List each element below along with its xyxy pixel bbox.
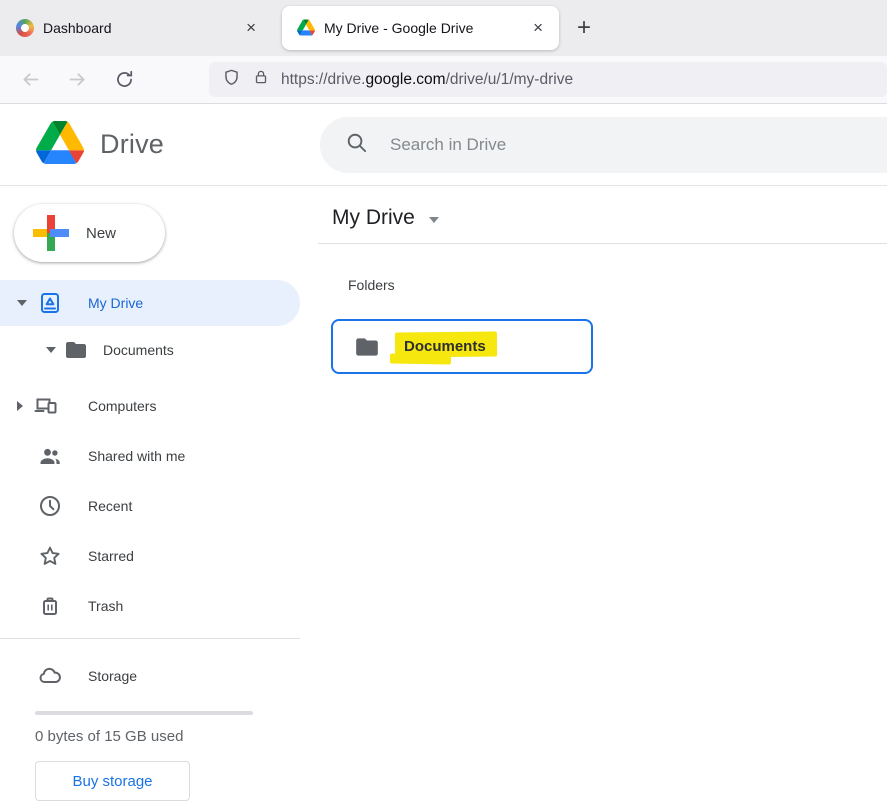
star-icon xyxy=(38,544,62,568)
forward-button-icon[interactable] xyxy=(67,69,88,90)
lock-icon[interactable] xyxy=(252,68,270,91)
sidebar-item-trash[interactable]: Trash xyxy=(0,581,300,631)
tab-my-drive[interactable]: My Drive - Google Drive × xyxy=(282,6,559,50)
sidebar-item-starred[interactable]: Starred xyxy=(0,531,300,581)
tab-bar: Dashboard × My Drive - Google Drive × + xyxy=(0,0,887,56)
drive-logo-area[interactable]: Drive xyxy=(0,121,320,169)
new-button[interactable]: New xyxy=(14,204,165,262)
url-domain: google.com xyxy=(365,71,445,88)
tab-close-icon[interactable]: × xyxy=(242,18,260,38)
drive-logo-icon xyxy=(36,121,84,169)
computers-icon xyxy=(34,394,58,418)
sidebar-item-shared-with-me[interactable]: Shared with me xyxy=(0,431,300,481)
storage-progress-bar xyxy=(35,711,253,715)
sidebar-item-recent[interactable]: Recent xyxy=(0,481,300,531)
buy-storage-button[interactable]: Buy storage xyxy=(35,761,190,801)
sidebar-item-documents[interactable]: Documents xyxy=(0,326,300,373)
navigation-toolbar: https://drive.google.com/drive/u/1/my-dr… xyxy=(0,56,887,104)
chevron-down-icon[interactable] xyxy=(17,300,27,306)
dashboard-favicon-icon xyxy=(16,19,34,37)
folder-icon xyxy=(64,338,88,362)
storage-usage-text: 0 bytes of 15 GB used xyxy=(35,728,300,745)
new-button-label: New xyxy=(86,225,116,242)
chevron-down-icon[interactable] xyxy=(429,217,439,223)
folder-icon xyxy=(354,334,380,360)
sidebar-item-label: Shared with me xyxy=(88,448,185,464)
sidebar-nav: My Drive Documents xyxy=(0,280,300,801)
url-path: /drive/u/1/my-drive xyxy=(446,71,573,88)
page-title: My Drive xyxy=(332,206,415,230)
sidebar-item-computers[interactable]: Computers xyxy=(0,381,300,431)
sidebar-item-label: My Drive xyxy=(88,295,143,311)
drive-favicon-icon xyxy=(297,19,315,37)
page-title-row[interactable]: My Drive xyxy=(332,204,887,232)
google-plus-icon xyxy=(33,215,69,251)
sidebar-item-label: Recent xyxy=(88,498,132,514)
sidebar-item-label: Trash xyxy=(88,598,123,614)
browser-window: Dashboard × My Drive - Google Drive × + xyxy=(0,0,887,811)
chevron-right-icon[interactable] xyxy=(17,401,23,411)
folders-section-label: Folders xyxy=(348,277,887,293)
new-tab-button[interactable]: + xyxy=(577,16,591,40)
people-icon xyxy=(38,444,62,468)
drive-brand-text: Drive xyxy=(100,129,164,160)
content-divider xyxy=(318,243,887,244)
shield-icon[interactable] xyxy=(222,68,241,92)
drive-sidebar: New My Drive xyxy=(0,186,300,810)
sidebar-item-label: Storage xyxy=(88,668,137,684)
sidebar-item-storage[interactable]: Storage xyxy=(0,651,300,701)
back-button-icon[interactable] xyxy=(20,69,41,90)
clock-icon xyxy=(38,494,62,518)
folder-name: Documents xyxy=(397,333,496,361)
trash-icon xyxy=(38,594,62,618)
address-bar[interactable]: https://drive.google.com/drive/u/1/my-dr… xyxy=(209,62,887,97)
tab-close-icon[interactable]: × xyxy=(529,18,547,38)
sidebar-item-label: Documents xyxy=(103,342,174,358)
drive-header: Drive xyxy=(0,104,887,186)
tab-title: Dashboard xyxy=(43,20,242,36)
url-text: https://drive.google.com/drive/u/1/my-dr… xyxy=(281,71,573,89)
url-prefix: https://drive. xyxy=(281,71,365,88)
reload-button-icon[interactable] xyxy=(114,69,135,90)
folder-name-text: Documents xyxy=(404,338,486,355)
cloud-icon xyxy=(38,664,62,688)
chevron-down-icon[interactable] xyxy=(46,347,56,353)
my-drive-icon xyxy=(38,291,62,315)
sidebar-item-label: Starred xyxy=(88,548,134,564)
folder-card-documents[interactable]: Documents xyxy=(331,319,593,374)
tab-title: My Drive - Google Drive xyxy=(324,20,529,36)
drive-search-bar[interactable] xyxy=(320,117,887,173)
sidebar-divider xyxy=(0,638,300,639)
sidebar-item-label: Computers xyxy=(88,398,156,414)
search-icon[interactable] xyxy=(345,131,368,159)
tab-dashboard[interactable]: Dashboard × xyxy=(0,0,270,56)
drive-main-content: My Drive Folders Documents xyxy=(300,186,887,810)
sidebar-item-my-drive[interactable]: My Drive xyxy=(0,280,300,326)
search-input[interactable] xyxy=(390,135,769,155)
